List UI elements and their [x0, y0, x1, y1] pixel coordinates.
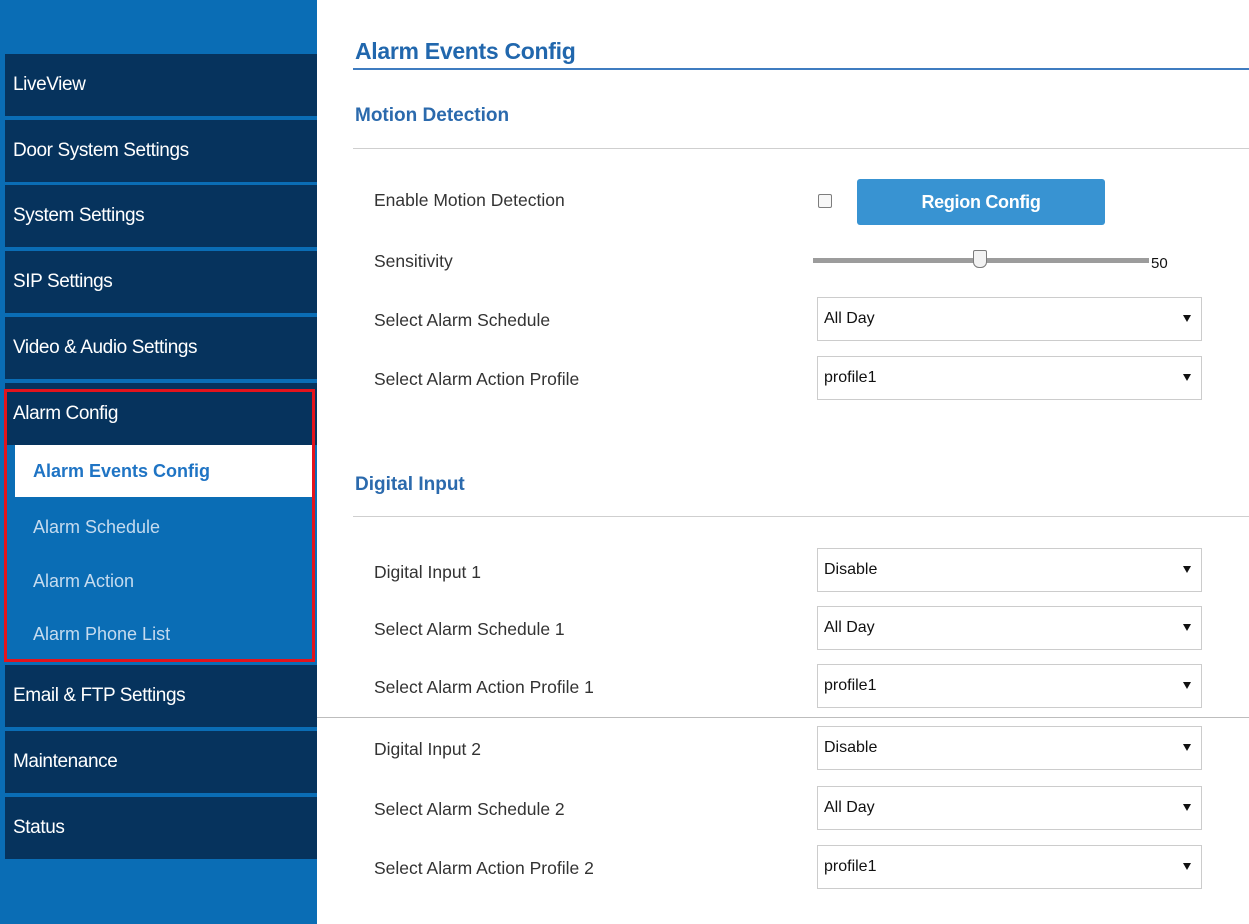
region-config-button[interactable]: Region Config: [857, 179, 1105, 225]
sidebar-item-door-system-settings[interactable]: Door System Settings: [5, 120, 317, 182]
section-divider: [353, 148, 1249, 149]
sidebar-subitem-label: Alarm Action: [33, 570, 135, 591]
sidebar-subitem-alarm-phone-list[interactable]: Alarm Phone List: [15, 608, 313, 660]
select-alarm-action-profile-2-label: Select Alarm Action Profile 2: [374, 858, 594, 878]
sidebar-item-status[interactable]: Status: [5, 797, 317, 859]
sidebar-item-label: Email & FTP Settings: [13, 685, 186, 706]
dropdown-arrow-icon: [1183, 863, 1191, 870]
alarm-schedule-2-selected: All Day: [824, 799, 875, 816]
sidebar-item-label: LiveView: [13, 74, 86, 95]
section-title-digital-input: Digital Input: [355, 474, 465, 495]
sidebar-item-maintenance[interactable]: Maintenance: [5, 731, 317, 793]
sidebar-item-sip-settings[interactable]: SIP Settings: [5, 251, 317, 313]
sidebar-item-label: Video & Audio Settings: [13, 337, 198, 358]
sidebar-item-video-audio-settings[interactable]: Video & Audio Settings: [5, 317, 317, 379]
alarm-schedule-2-select[interactable]: All Day: [817, 786, 1202, 830]
enable-motion-detection-label: Enable Motion Detection: [374, 190, 565, 210]
dropdown-arrow-icon: [1183, 744, 1191, 751]
select-alarm-schedule-2-label: Select Alarm Schedule 2: [374, 799, 565, 819]
select-alarm-schedule-1-label: Select Alarm Schedule 1: [374, 619, 565, 639]
sidebar-item-system-settings[interactable]: System Settings: [5, 185, 317, 247]
select-alarm-action-profile-1-label: Select Alarm Action Profile 1: [374, 677, 594, 697]
sidebar-item-email-ftp-settings[interactable]: Email & FTP Settings: [5, 665, 317, 727]
dropdown-arrow-icon: [1183, 374, 1191, 381]
sidebar-item-label: SIP Settings: [13, 271, 113, 292]
sidebar-item-label: Alarm Config: [13, 403, 119, 424]
sidebar-subitem-label: Alarm Events Config: [33, 460, 211, 481]
digital-input-2-select[interactable]: Disable: [817, 726, 1202, 770]
alarm-action-profile-1-selected: profile1: [824, 677, 877, 694]
sidebar-item-label: System Settings: [13, 205, 145, 226]
sidebar-subitem-label: Alarm Schedule: [33, 516, 161, 537]
alarm-action-profile-1-select[interactable]: profile1: [817, 664, 1202, 708]
section-divider: [353, 516, 1249, 517]
alarm-schedule-1-select[interactable]: All Day: [817, 606, 1202, 650]
alarm-schedule-1-selected: All Day: [824, 619, 875, 636]
sidebar-subitem-label: Alarm Phone List: [33, 623, 171, 644]
page-title: Alarm Events Config: [355, 38, 576, 64]
digital-input-2-label: Digital Input 2: [374, 739, 482, 759]
sensitivity-slider-handle[interactable]: [973, 250, 987, 268]
sidebar-subitem-alarm-schedule[interactable]: Alarm Schedule: [15, 501, 313, 553]
title-divider: [353, 68, 1249, 70]
sidebar-item-label: Status: [13, 817, 65, 838]
digital-input-2-selected: Disable: [824, 739, 878, 756]
input-group-divider: [317, 717, 1249, 718]
dropdown-arrow-icon: [1183, 804, 1191, 811]
dropdown-arrow-icon: [1183, 566, 1191, 573]
sidebar-item-alarm-config[interactable]: Alarm Config: [5, 383, 317, 445]
alarm-action-profile-2-select[interactable]: profile1: [817, 845, 1202, 889]
main-content: Alarm Events Config Motion Detection Ena…: [317, 0, 1249, 924]
digital-input-1-label: Digital Input 1: [374, 562, 482, 582]
digital-input-1-select[interactable]: Disable: [817, 548, 1202, 592]
dropdown-arrow-icon: [1183, 315, 1191, 322]
sidebar: LiveView Door System Settings System Set…: [0, 0, 317, 924]
select-alarm-schedule-label: Select Alarm Schedule: [374, 310, 551, 330]
digital-input-1-selected: Disable: [824, 561, 878, 578]
alarm-action-profile-select[interactable]: profile1: [817, 356, 1202, 400]
section-title-motion-detection: Motion Detection: [355, 105, 510, 126]
sidebar-subitem-alarm-action[interactable]: Alarm Action: [15, 555, 313, 607]
sensitivity-label: Sensitivity: [374, 251, 453, 271]
dropdown-arrow-icon: [1183, 682, 1191, 689]
alarm-schedule-selected: All Day: [824, 310, 875, 327]
sidebar-item-label: Door System Settings: [13, 140, 189, 161]
sidebar-item-liveview[interactable]: LiveView: [5, 54, 317, 116]
sensitivity-value: 50: [1151, 255, 1168, 272]
alarm-action-profile-selected: profile1: [824, 369, 877, 386]
sidebar-subitem-alarm-events-config[interactable]: Alarm Events Config: [15, 445, 313, 497]
sidebar-item-label: Maintenance: [13, 751, 118, 772]
alarm-schedule-select[interactable]: All Day: [817, 297, 1202, 341]
dropdown-arrow-icon: [1183, 624, 1191, 631]
enable-motion-detection-checkbox[interactable]: [818, 194, 832, 208]
alarm-action-profile-2-selected: profile1: [824, 858, 877, 875]
select-alarm-action-profile-label: Select Alarm Action Profile: [374, 369, 580, 389]
